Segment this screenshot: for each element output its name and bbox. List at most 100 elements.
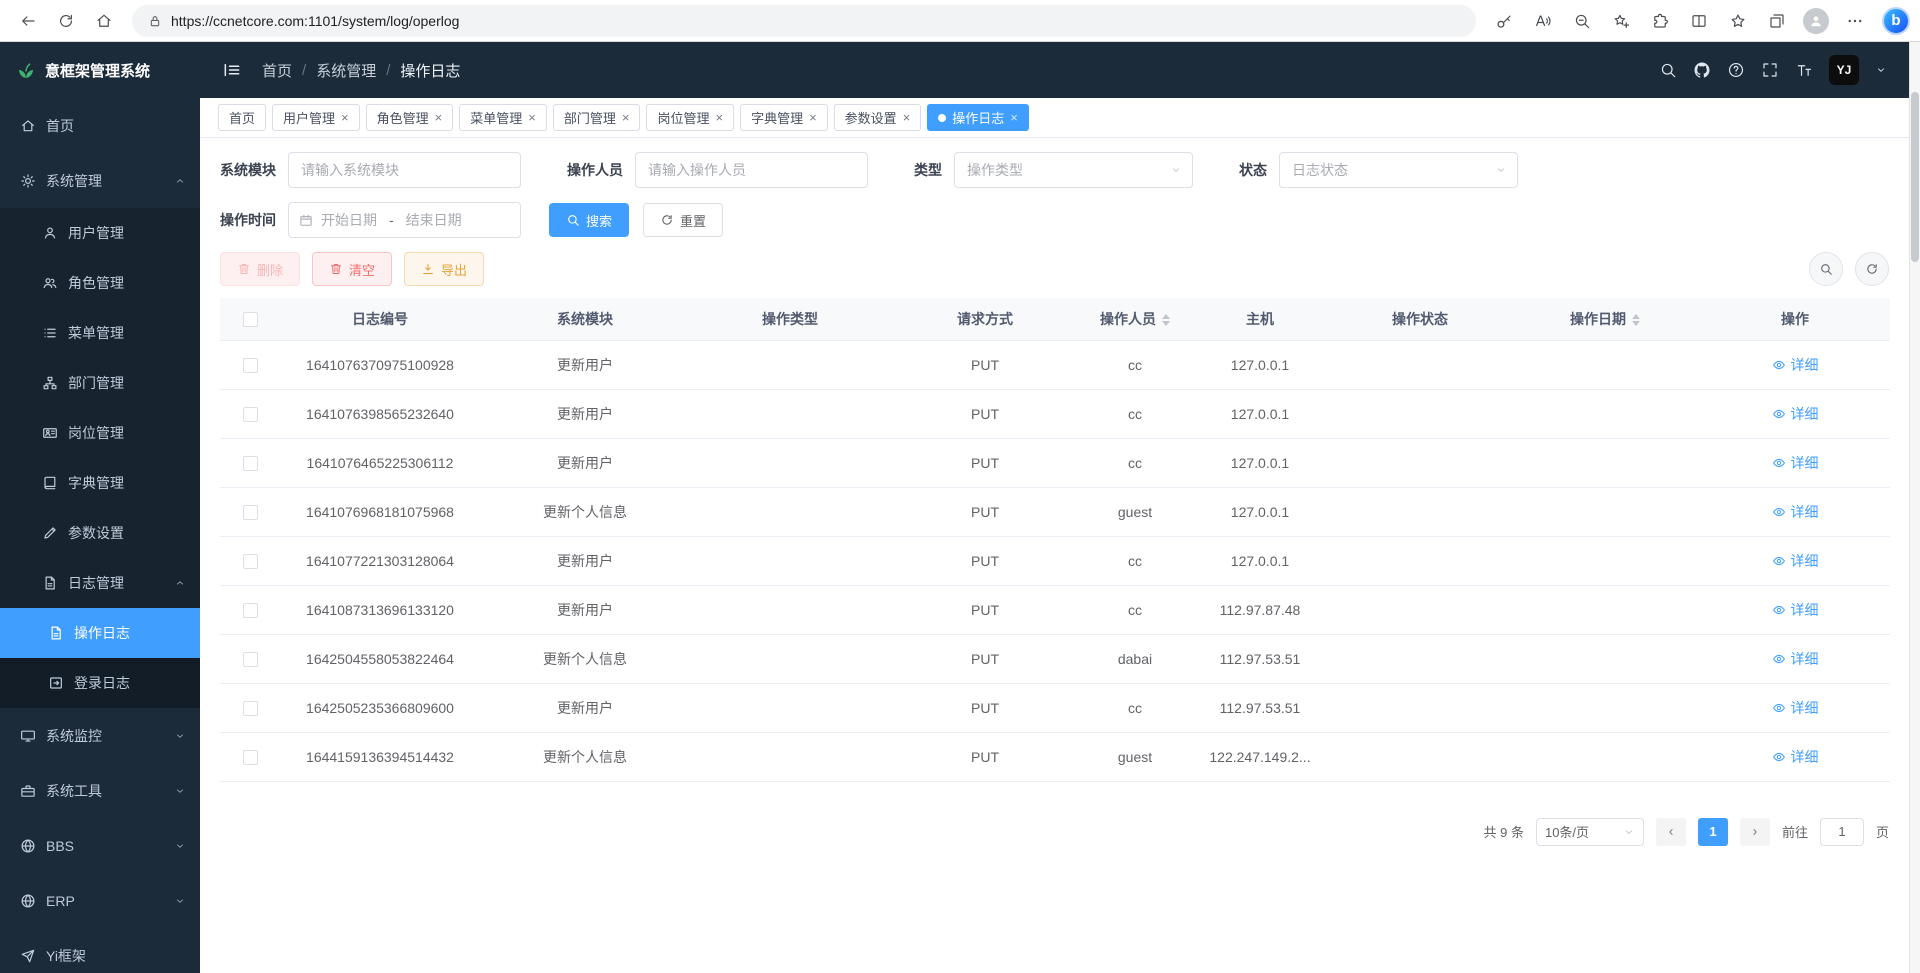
operator-input[interactable] (635, 152, 868, 188)
refresh-table-button[interactable] (1855, 252, 1889, 286)
tab-home[interactable]: 首页 (218, 104, 266, 131)
sidebar-item-system-mgmt[interactable]: 系统管理 (0, 153, 200, 208)
add-favorite-icon[interactable] (1603, 3, 1639, 39)
menu-fold-icon[interactable] (222, 60, 242, 80)
page-size-select[interactable]: 10条/页 (1536, 818, 1644, 846)
type-select[interactable]: 操作类型 (954, 152, 1193, 188)
tab-role-mgmt[interactable]: 角色管理 (366, 104, 454, 131)
col-date[interactable]: 操作日期 (1510, 298, 1700, 340)
sidebar-item-dept-mgmt[interactable]: 部门管理 (0, 358, 200, 408)
more-icon[interactable] (1837, 3, 1873, 39)
show-search-button[interactable] (1809, 252, 1843, 286)
date-range-picker[interactable]: 开始日期 - 结束日期 (288, 202, 521, 238)
github-icon[interactable] (1693, 61, 1711, 79)
caret-down-icon[interactable] (1875, 64, 1887, 76)
tab-close-icon[interactable] (903, 111, 911, 124)
reset-button[interactable]: 重置 (643, 203, 723, 237)
row-checkbox[interactable] (243, 407, 258, 422)
detail-link[interactable]: 详细 (1772, 551, 1819, 571)
goto-page-input[interactable] (1820, 818, 1864, 846)
col-operator[interactable]: 操作人员 (1080, 298, 1190, 340)
sidebar-item-role-mgmt[interactable]: 角色管理 (0, 258, 200, 308)
clear-button[interactable]: 清空 (312, 252, 392, 286)
tab-close-icon[interactable] (809, 111, 817, 124)
tab-close-icon[interactable] (1010, 111, 1018, 124)
status-select[interactable]: 日志状态 (1279, 152, 1518, 188)
tab-close-icon[interactable] (435, 111, 443, 124)
detail-link[interactable]: 详细 (1772, 698, 1819, 718)
detail-link[interactable]: 详细 (1772, 502, 1819, 522)
read-aloud-icon[interactable] (1525, 3, 1561, 39)
sort-icons[interactable] (1632, 314, 1640, 326)
scrollbar-thumb[interactable] (1911, 92, 1919, 262)
detail-link[interactable]: 详细 (1772, 404, 1819, 424)
detail-link[interactable]: 详细 (1772, 600, 1819, 620)
sidebar-item-yi-framework[interactable]: Yi框架 (0, 928, 200, 973)
password-key-icon[interactable] (1486, 3, 1522, 39)
row-checkbox[interactable] (243, 701, 258, 716)
delete-button[interactable]: 删除 (220, 252, 300, 286)
refresh-icon[interactable] (48, 3, 84, 39)
detail-link[interactable]: 详细 (1772, 355, 1819, 375)
tab-user-mgmt[interactable]: 用户管理 (272, 104, 360, 131)
sidebar-item-dict-mgmt[interactable]: 字典管理 (0, 458, 200, 508)
sidebar-item-user-mgmt[interactable]: 用户管理 (0, 208, 200, 258)
breadcrumb-home[interactable]: 首页 (262, 60, 292, 81)
next-page-button[interactable] (1740, 818, 1770, 846)
tab-close-icon[interactable] (341, 111, 349, 124)
sidebar-item-home[interactable]: 首页 (0, 98, 200, 153)
help-icon[interactable] (1727, 61, 1745, 79)
search-button[interactable]: 搜索 (549, 203, 629, 237)
tab-close-icon[interactable] (622, 111, 630, 124)
row-checkbox[interactable] (243, 652, 258, 667)
select-all-checkbox[interactable] (243, 312, 258, 327)
sidebar-item-log-mgmt[interactable]: 日志管理 (0, 558, 200, 608)
collections-icon[interactable] (1759, 3, 1795, 39)
profile-icon[interactable] (1803, 8, 1829, 34)
sidebar-item-oper-log[interactable]: 操作日志 (0, 608, 200, 658)
sidebar-item-menu-mgmt[interactable]: 菜单管理 (0, 308, 200, 358)
search-icon[interactable] (1659, 61, 1677, 79)
zoom-out-icon[interactable] (1564, 3, 1600, 39)
detail-link[interactable]: 详细 (1772, 747, 1819, 767)
breadcrumb-system[interactable]: 系统管理 (316, 60, 376, 81)
sidebar-item-erp[interactable]: ERP (0, 873, 200, 928)
page-scrollbar[interactable] (1909, 42, 1920, 973)
detail-link[interactable]: 详细 (1772, 649, 1819, 669)
tab-dept-mgmt[interactable]: 部门管理 (553, 104, 641, 131)
tab-oper-log[interactable]: 操作日志 (927, 104, 1029, 131)
row-checkbox[interactable] (243, 358, 258, 373)
sidebar-item-system-tools[interactable]: 系统工具 (0, 763, 200, 818)
sort-icons[interactable] (1162, 314, 1170, 326)
row-checkbox[interactable] (243, 456, 258, 471)
sidebar-item-param-settings[interactable]: 参数设置 (0, 508, 200, 558)
page-number-1[interactable]: 1 (1698, 818, 1728, 846)
row-checkbox[interactable] (243, 603, 258, 618)
tab-dict-mgmt[interactable]: 字典管理 (740, 104, 828, 131)
bing-icon[interactable]: b (1882, 7, 1910, 35)
sidebar-item-post-mgmt[interactable]: 岗位管理 (0, 408, 200, 458)
sidebar-item-bbs[interactable]: BBS (0, 818, 200, 873)
user-avatar-logo[interactable]: YJ (1829, 55, 1859, 85)
fullscreen-icon[interactable] (1761, 61, 1779, 79)
extensions-icon[interactable] (1642, 3, 1678, 39)
row-checkbox[interactable] (243, 554, 258, 569)
tab-close-icon[interactable] (528, 111, 536, 124)
tab-post-mgmt[interactable]: 岗位管理 (646, 104, 734, 131)
sidebar-item-system-monitor[interactable]: 系统监控 (0, 708, 200, 763)
row-checkbox[interactable] (243, 505, 258, 520)
split-screen-icon[interactable] (1681, 3, 1717, 39)
export-button[interactable]: 导出 (404, 252, 484, 286)
row-checkbox[interactable] (243, 750, 258, 765)
font-size-icon[interactable] (1795, 61, 1813, 79)
prev-page-button[interactable] (1656, 818, 1686, 846)
tab-menu-mgmt[interactable]: 菜单管理 (459, 104, 547, 131)
favorites-icon[interactable] (1720, 3, 1756, 39)
tab-param-settings[interactable]: 参数设置 (834, 104, 922, 131)
module-input[interactable] (288, 152, 521, 188)
home-icon[interactable] (86, 3, 122, 39)
tab-close-icon[interactable] (715, 111, 723, 124)
detail-link[interactable]: 详细 (1772, 453, 1819, 473)
sidebar-item-login-log[interactable]: 登录日志 (0, 658, 200, 708)
back-icon[interactable] (10, 3, 46, 39)
